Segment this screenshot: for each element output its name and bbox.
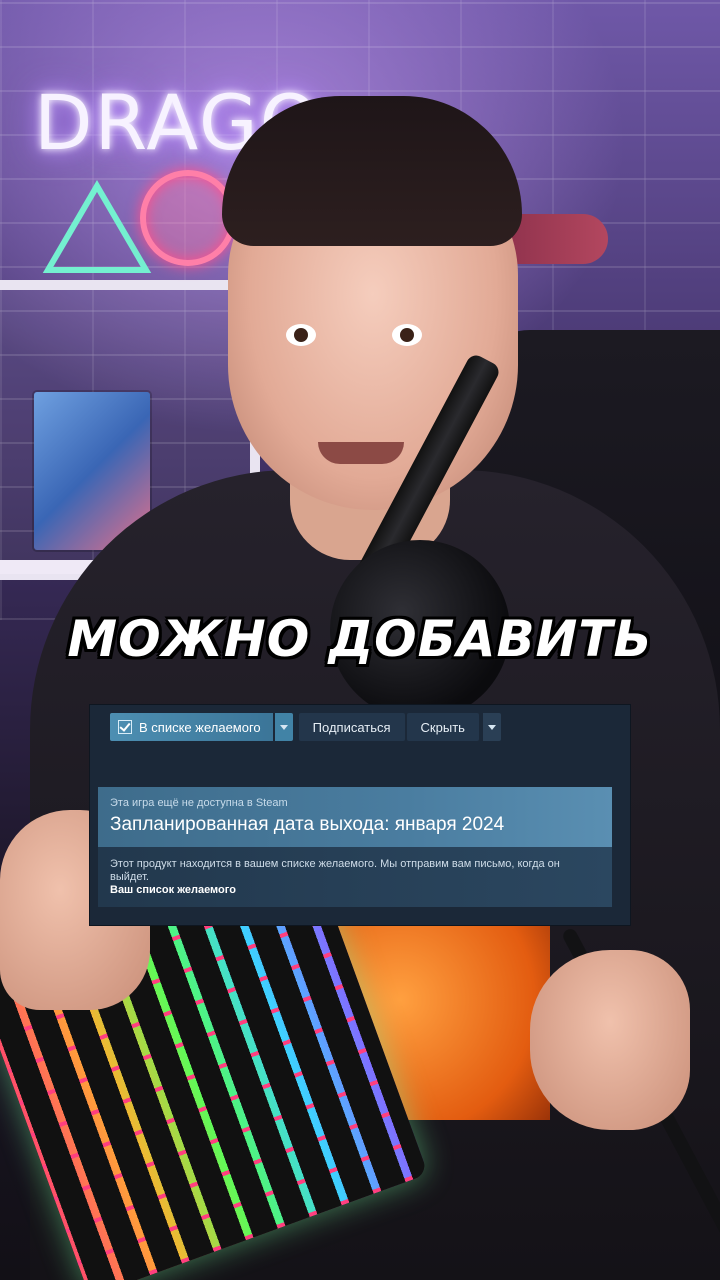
release-date-text: Запланированная дата выхода: января 2024 [110, 814, 505, 835]
checkbox-checked-icon [118, 720, 132, 734]
person-eye-left [286, 324, 316, 346]
ignore-button-label: Скрыть [420, 719, 465, 735]
steam-store-panel: В списке желаемого Подписаться Скрыть Эт… [90, 705, 630, 925]
release-notice: Эта игра ещё не доступна в Steam Заплани… [98, 787, 612, 847]
wishlist-dropdown-button[interactable] [274, 713, 293, 741]
wishlist-button[interactable]: В списке желаемого [110, 713, 273, 741]
person-eye-right [392, 324, 422, 346]
person-mouth [318, 442, 404, 464]
follow-button[interactable]: Подписаться [298, 713, 405, 741]
not-available-text: Эта игра ещё не доступна в Steam [110, 797, 288, 809]
ignore-button[interactable]: Скрыть [406, 713, 479, 741]
chevron-down-icon [279, 724, 288, 730]
follow-button-label: Подписаться [312, 719, 391, 735]
person-hand-right [530, 950, 690, 1130]
your-wishlist-link[interactable]: Ваш список желаемого [110, 884, 236, 896]
steam-action-toolbar: В списке желаемого Подписаться Скрыть [110, 713, 501, 741]
video-caption: МОЖНО ДОБАВИТЬ [67, 610, 653, 668]
chevron-down-icon [487, 724, 496, 730]
wishlist-info: Этот продукт находится в вашем списке же… [98, 847, 612, 907]
ignore-dropdown-button[interactable] [482, 713, 501, 741]
wishlist-info-text: Этот продукт находится в вашем списке же… [110, 858, 560, 883]
wishlist-button-label: В списке желаемого [139, 719, 261, 735]
